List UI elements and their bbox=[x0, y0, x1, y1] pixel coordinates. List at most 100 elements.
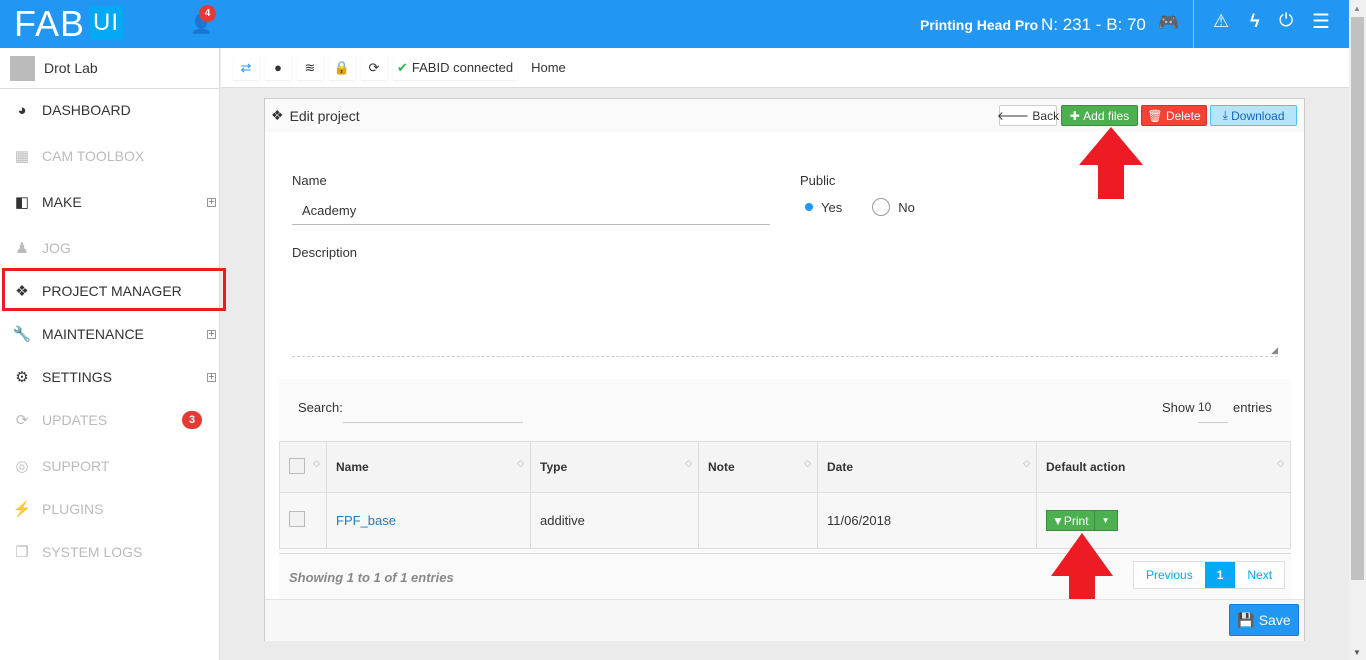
sidebar-item-make[interactable]: ◧ MAKE + bbox=[0, 187, 220, 217]
sidebar-item-settings[interactable]: ⚙ SETTINGS + bbox=[0, 362, 220, 392]
description-label: Description bbox=[292, 245, 358, 260]
expand-icon[interactable]: + bbox=[207, 196, 216, 207]
nozzle-bed-temps: N: 231 - B: 70 bbox=[1041, 15, 1146, 34]
scrollbar[interactable]: ▲ ▼ bbox=[1349, 0, 1366, 660]
lightning-icon[interactable]: ϟ bbox=[1250, 11, 1260, 32]
sidebar-item-updates[interactable]: ⟳ UPDATES 3 bbox=[0, 405, 220, 435]
search-input[interactable] bbox=[343, 397, 523, 423]
menu-icon[interactable]: ☰ bbox=[1312, 9, 1330, 34]
sidebar-item-cam-toolbox[interactable]: ▦ CAM TOOLBOX bbox=[0, 141, 220, 171]
files-datatable: Search: Show 10 entries ◇ Name ◇ Type ◇ No… bbox=[279, 379, 1291, 599]
divider bbox=[1193, 0, 1194, 48]
annotation-arrow-up bbox=[1079, 127, 1143, 199]
sidebar-item-jog[interactable]: ♟ JOG bbox=[0, 233, 220, 263]
sort-icon: ◇ bbox=[685, 458, 692, 468]
notification-badge: 4 bbox=[199, 5, 216, 22]
head-name: Printing Head Pro bbox=[920, 17, 1039, 33]
description-textarea[interactable]: ◢ bbox=[292, 269, 1278, 357]
sidebar-item-label: MAKE bbox=[42, 194, 82, 210]
table-info: Showing 1 to 1 of 1 entries bbox=[289, 570, 454, 585]
sidebar-item-support[interactable]: ◎ SUPPORT bbox=[0, 451, 220, 481]
caret-down-icon[interactable]: ▼ bbox=[1095, 511, 1117, 530]
expand-icon[interactable]: + bbox=[207, 328, 216, 339]
row-checkbox[interactable] bbox=[289, 511, 305, 527]
entries-select[interactable]: 10 bbox=[1198, 397, 1228, 423]
download-button[interactable]: ⤓ Download bbox=[1210, 105, 1297, 126]
column-type[interactable]: Type ◇ bbox=[530, 441, 699, 493]
warning-icon[interactable]: ⚠ bbox=[1213, 11, 1229, 32]
divider bbox=[279, 553, 1291, 554]
column-default-action[interactable]: Default action ◇ bbox=[1036, 441, 1291, 493]
top-bar: FAB UI 👤 4 Printing Head Pro N: 231 - B: … bbox=[0, 0, 1349, 48]
back-button[interactable]: 🡐 Back bbox=[997, 105, 1059, 126]
refresh-icon: ⟳ bbox=[15, 412, 29, 429]
life-ring-icon: ◎ bbox=[15, 458, 29, 475]
add-files-button[interactable]: ✚ Add files bbox=[1061, 105, 1138, 126]
sidebar-item-label: PLUGINS bbox=[42, 501, 104, 517]
sidebar-item-label: SYSTEM LOGS bbox=[42, 544, 143, 560]
gears-icon: ⚙ bbox=[15, 369, 29, 386]
expand-icon[interactable]: + bbox=[207, 371, 216, 382]
plug-icon: ⚡ bbox=[12, 501, 32, 518]
sidebar-item-label: DASHBOARD bbox=[42, 102, 131, 118]
wifi-icon[interactable]: ≋ bbox=[297, 56, 323, 80]
next-button[interactable]: Next bbox=[1235, 562, 1285, 588]
sort-icon: ◇ bbox=[804, 458, 811, 468]
page-1-button[interactable]: 1 bbox=[1204, 562, 1236, 588]
sidebar: Drot Lab ◕ DASHBOARD ▦ CAM TOOLBOX ◧ MAKE + ♟ JO… bbox=[0, 48, 220, 660]
sidebar-item-dashboard[interactable]: ◕ DASHBOARD bbox=[0, 95, 220, 125]
sidebar-item-system-logs[interactable]: ❐ SYSTEM LOGS bbox=[0, 537, 220, 567]
updates-badge: 3 bbox=[182, 411, 202, 429]
gamepad-icon[interactable]: 🎮 bbox=[1158, 13, 1179, 33]
column-name[interactable]: Name ◇ bbox=[326, 441, 531, 493]
file-type: additive bbox=[530, 492, 699, 549]
sidebar-item-maintenance[interactable]: 🔧 MAINTENANCE + bbox=[0, 319, 220, 349]
wrench-icon: 🔧 bbox=[12, 326, 32, 343]
power-icon[interactable]: ⏻ bbox=[1279, 10, 1293, 31]
refresh-icon[interactable]: ⟳ bbox=[361, 56, 387, 80]
status-ribbon: ⇄ ● ≋ 🔒 ⟳ ✔ FABID connected Home bbox=[221, 48, 1349, 88]
sidebar-item-label: UPDATES bbox=[42, 412, 108, 428]
dashboard-icon: ◕ bbox=[17, 101, 27, 119]
avatar bbox=[10, 55, 35, 81]
sidebar-item-plugins[interactable]: ⚡ PLUGINS bbox=[0, 494, 220, 524]
joystick-icon: ♟ bbox=[15, 240, 29, 257]
radio-no[interactable] bbox=[872, 198, 891, 216]
pagination: Previous 1 Next bbox=[1133, 561, 1286, 589]
select-all-checkbox[interactable] bbox=[289, 457, 305, 474]
print-button[interactable]: ▼ Print bbox=[1047, 511, 1095, 530]
user-profile[interactable]: Drot Lab bbox=[0, 48, 219, 89]
route-icon[interactable]: ⇄ bbox=[233, 56, 259, 80]
cube-icon: ◧ bbox=[14, 194, 30, 211]
breadcrumb[interactable]: Home bbox=[527, 56, 570, 80]
files-table: ◇ Name ◇ Type ◇ Note ◇ Date ◇ Default action… bbox=[279, 441, 1291, 549]
name-input[interactable]: Academy bbox=[292, 197, 770, 225]
previous-button[interactable]: Previous bbox=[1134, 562, 1205, 588]
fabui-logo[interactable]: FAB UI bbox=[14, 6, 124, 42]
delete-button[interactable]: 🗑 Delete bbox=[1141, 105, 1207, 126]
lock-icon[interactable]: 🔒 bbox=[329, 56, 355, 80]
sort-icon: ◇ bbox=[313, 458, 320, 468]
sidebar-item-label: CAM TOOLBOX bbox=[42, 148, 145, 164]
column-note[interactable]: Note ◇ bbox=[698, 441, 818, 493]
cam-toolbox-icon: ▦ bbox=[14, 148, 30, 165]
radio-yes[interactable] bbox=[805, 203, 813, 211]
sidebar-item-label: MAINTENANCE bbox=[42, 326, 144, 342]
file-name-link[interactable]: FPF_base bbox=[336, 513, 396, 528]
sidebar-item-label: JOG bbox=[42, 240, 71, 256]
save-button[interactable]: 💾 Save bbox=[1229, 604, 1299, 636]
public-radio-group: Yes No bbox=[805, 198, 915, 216]
scrollbar-thumb[interactable] bbox=[1351, 17, 1364, 580]
name-label: Name bbox=[292, 173, 327, 188]
sidebar-item-label: SUPPORT bbox=[42, 458, 110, 474]
globe-icon[interactable]: ● bbox=[265, 56, 291, 80]
fabid-status[interactable]: ✔ FABID connected bbox=[393, 56, 517, 80]
sort-icon: ◇ bbox=[1023, 458, 1030, 468]
public-label: Public bbox=[800, 173, 836, 188]
copy-icon: ❐ bbox=[15, 544, 29, 561]
check-icon: ✔ bbox=[397, 59, 408, 75]
file-date: 11/06/2018 bbox=[817, 492, 1037, 549]
sort-icon: ◇ bbox=[1277, 458, 1284, 468]
column-date[interactable]: Date ◇ bbox=[817, 441, 1037, 493]
panel-title: Edit project bbox=[289, 107, 360, 124]
